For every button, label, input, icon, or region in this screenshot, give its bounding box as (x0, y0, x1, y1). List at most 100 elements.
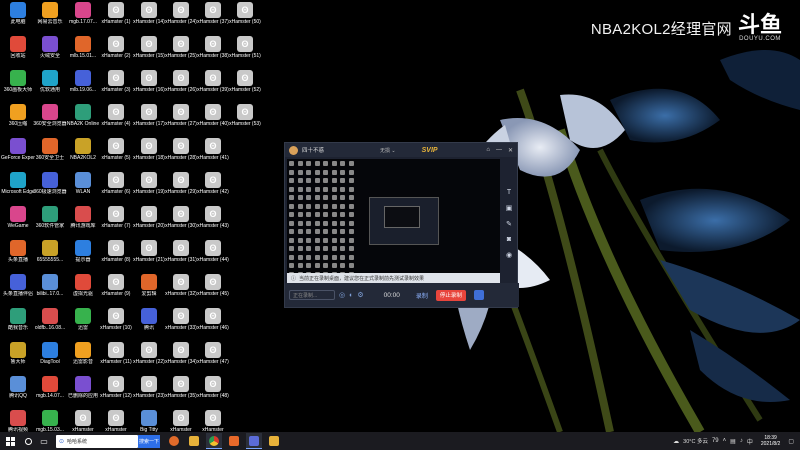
desktop-icon[interactable]: DiagTool (34, 342, 66, 365)
desktop-icon[interactable]: Big Titty (133, 410, 165, 433)
weather-text[interactable]: 30°C 多云 (683, 437, 708, 445)
desktop-icon[interactable]: ʘ xHamster (9) (100, 274, 132, 297)
desktop-icon[interactable]: ʘ xHamster (21) (133, 240, 165, 263)
home-icon[interactable]: ⌂ (486, 147, 490, 154)
taskbar-app-nba2k[interactable] (246, 433, 262, 449)
webcam-icon[interactable]: ◉ (506, 251, 512, 259)
taskbar-search-button[interactable]: 搜索一下 (138, 434, 160, 448)
desktop-icon[interactable]: ʘ xHamster (46) (197, 308, 229, 331)
desktop-icon[interactable]: mgb.14.07... (34, 376, 66, 399)
desktop-icon[interactable]: ʘ xHamster (32) (165, 274, 197, 297)
desktop-icon[interactable]: 此电脑 (2, 2, 34, 25)
desktop-icon[interactable]: WLAN (67, 172, 99, 195)
minimize-icon[interactable]: — (496, 147, 502, 154)
desktop-icon[interactable]: ʘ xHamster (30) (165, 206, 197, 229)
desktop-icon[interactable]: ʘ xHamster (14) (133, 2, 165, 25)
expand-icon[interactable] (473, 290, 484, 300)
desktop-icon[interactable]: ʘ xHamster (53) (229, 104, 261, 127)
tray-badge-count[interactable]: 79 (712, 438, 719, 444)
record-mode-button[interactable]: 录制 (416, 291, 428, 300)
desktop-icon[interactable]: ʘ xHamster (10) (100, 308, 132, 331)
desktop-icon[interactable]: oldfb..16.08... (34, 308, 66, 331)
desktop-icon[interactable]: mlb.15.01... (67, 36, 99, 59)
desktop-icon[interactable]: 腾讯游戏库 (67, 206, 99, 229)
brush-tool-icon[interactable]: ✎ (506, 220, 512, 228)
desktop-icon[interactable]: 火绒安全 (34, 36, 66, 59)
desktop-icon[interactable]: 360安全浏览器 (33, 104, 67, 127)
desktop-icon[interactable]: ʘ xHamster (6) (100, 172, 132, 195)
desktop-icon[interactable]: ʘ xHamster (48) (197, 376, 229, 399)
ime-icon[interactable]: 中 (747, 437, 753, 446)
desktop-icon[interactable]: ʘ xHamster (33) (165, 308, 197, 331)
desktop-icon[interactable]: ʘ xHamster (51) (229, 36, 261, 59)
desktop-icon[interactable]: ʘ xHamster (34) (165, 342, 197, 365)
desktop-icon[interactable]: 鲁大师 (2, 342, 34, 365)
settings-icon[interactable]: ⚙ (357, 291, 363, 299)
desktop-icon[interactable]: ʘ xHamster (44) (197, 240, 229, 263)
desktop-icon[interactable]: 爱剪辑 (133, 274, 165, 297)
desktop-icon[interactable]: 腾讯 (133, 308, 165, 331)
volume-icon[interactable]: ♪ (740, 438, 743, 444)
desktop-icon[interactable]: 头条直播伴侣 (2, 274, 34, 297)
desktop-icon[interactable]: ʘ xHamster (3) (100, 70, 132, 93)
stop-recording-button[interactable]: 停止录制 (435, 289, 466, 301)
camera-icon[interactable]: ◙ (507, 236, 511, 243)
desktop-icon[interactable]: 头条直播 (2, 240, 34, 263)
desktop-icon[interactable]: ʘ xHamster (39) (197, 70, 229, 93)
desktop-icon[interactable]: 网易云音乐 (34, 2, 66, 25)
desktop-icon[interactable]: ʘ xHamster (2) (100, 36, 132, 59)
desktop-icon[interactable]: ʘ xHamster (11) (100, 342, 132, 365)
start-button[interactable] (0, 432, 20, 450)
desktop-icon[interactable]: 360极速浏览器 (33, 172, 67, 195)
desktop-icon[interactable]: 已删除的应用 (67, 376, 99, 399)
desktop-icon[interactable]: ʘ xHamster (42) (197, 172, 229, 195)
svip-badge[interactable]: SVIP (422, 147, 438, 154)
text-tool-icon[interactable]: T (507, 189, 511, 196)
desktop-icon[interactable]: ʘ xHamster (1) (100, 2, 132, 25)
recorder-title-bar[interactable]: 四十不惑 无损 ⌄ SVIP ⌂ — ✕ (285, 143, 517, 157)
desktop-icon[interactable]: ʘ xHamster (29) (165, 172, 197, 195)
avatar[interactable] (289, 145, 298, 155)
desktop-icon[interactable]: ʘ xHamster (45) (197, 274, 229, 297)
desktop-icon[interactable]: 腾讯QQ (2, 376, 34, 399)
desktop-icon[interactable]: ʘ xHamster (17) (133, 104, 165, 127)
screen-recorder-window[interactable]: 四十不惑 无损 ⌄ SVIP ⌂ — ✕ ⓘ 当前正在录制桌面，建议您在正式录制… (284, 142, 519, 308)
desktop-icon[interactable]: NBA2K Online (67, 104, 99, 127)
desktop-icon[interactable]: ʘ xHamster (20) (133, 206, 165, 229)
desktop-icon[interactable]: ʘ xHamster (40) (197, 104, 229, 127)
desktop-icon[interactable]: ʘ xHamster (67, 410, 99, 433)
taskbar-app-chrome[interactable] (206, 433, 222, 449)
task-view-icon[interactable]: ▭ (36, 437, 52, 446)
taskbar-app-file-explorer[interactable] (186, 433, 202, 449)
desktop-icon[interactable]: 360画板大师 (2, 70, 34, 93)
desktop-icon[interactable]: ʘ xHamster (43) (197, 206, 229, 229)
desktop-icon[interactable]: 迅雷影音 (67, 342, 99, 365)
weather-icon[interactable]: ☁ (673, 438, 679, 445)
desktop-icon[interactable]: 腾讯视频 (2, 410, 34, 433)
desktop-icon[interactable]: ʘ xHamster (197, 410, 229, 433)
source-input[interactable]: 正在录制... (289, 290, 335, 300)
notification-icon[interactable]: ▢ (788, 438, 794, 445)
desktop-icon[interactable]: ʘ xHamster (41) (197, 138, 229, 161)
desktop-icon[interactable]: ʘ xHamster (50) (229, 2, 261, 25)
desktop-icon[interactable]: ʘ xHamster (25) (165, 36, 197, 59)
network-icon[interactable]: ▤ (730, 438, 736, 445)
desktop-icon[interactable]: ʘ xHamster (100, 410, 132, 433)
desktop-icon[interactable]: 360安全卫士 (34, 138, 66, 161)
desktop-icon[interactable]: ʘ xHamster (22) (133, 342, 165, 365)
desktop-icon[interactable]: mgb.17.07... (67, 2, 99, 25)
desktop-icon[interactable]: mlb.19.06... (67, 70, 99, 93)
taskbar-search-input[interactable]: ⊙ 哈哈系统 (56, 434, 138, 448)
desktop-icon[interactable]: ʘ xHamster (165, 410, 197, 433)
desktop-icon[interactable]: 酷我音乐 (2, 308, 34, 331)
clock[interactable]: 18:39 2021/8/2 (761, 435, 780, 447)
speaker-icon[interactable]: ◐ (349, 292, 353, 299)
desktop-icon[interactable]: ʘ xHamster (38) (197, 36, 229, 59)
desktop-icon[interactable]: ʘ xHamster (52) (229, 70, 261, 93)
desktop-icon[interactable]: GeForce Experience (1, 138, 35, 161)
desktop-icon[interactable]: ʘ xHamster (35) (165, 376, 197, 399)
desktop-icon[interactable]: ʘ xHamster (15) (133, 36, 165, 59)
image-tool-icon[interactable]: ▣ (506, 204, 513, 212)
desktop-icon[interactable]: ʘ xHamster (24) (165, 2, 197, 25)
desktop-icon[interactable]: 回收站 (2, 36, 34, 59)
